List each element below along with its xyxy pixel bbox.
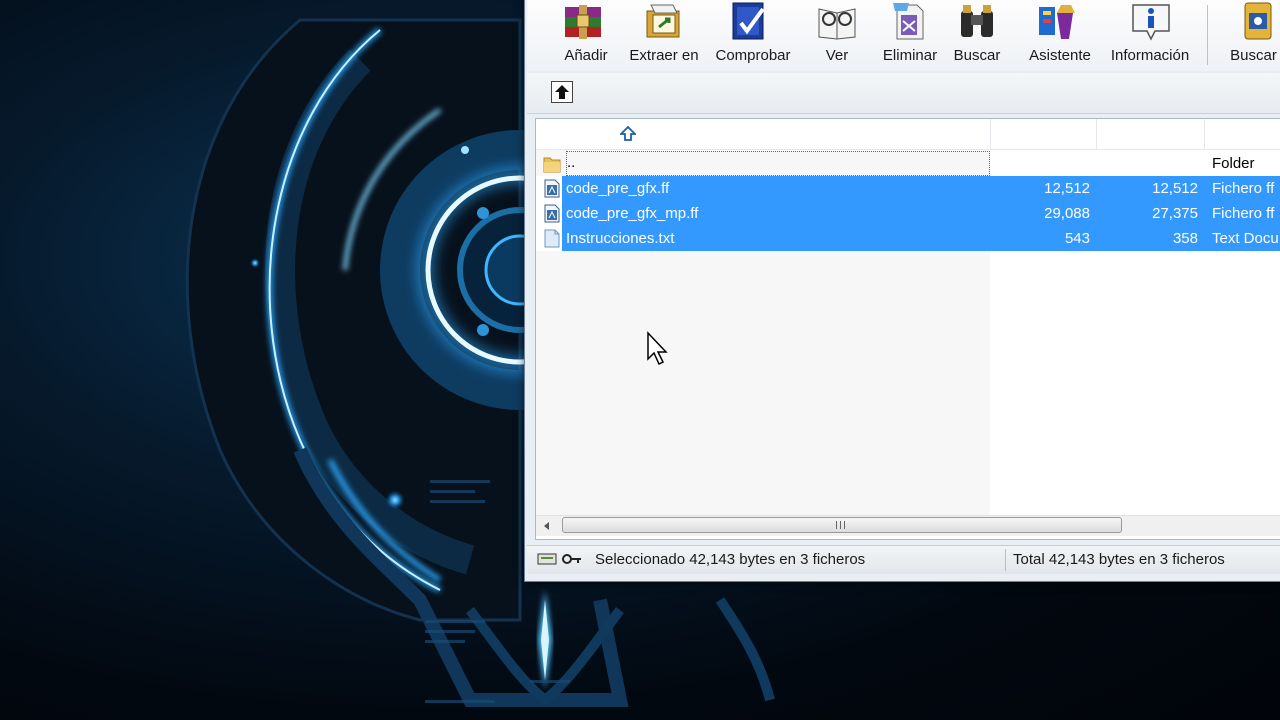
view-button[interactable]: Ver	[803, 0, 873, 71]
file-row[interactable]: code_pre_gfx.ff 12,512 12,512 Fichero ff	[536, 176, 1280, 201]
info-label: Información	[1110, 47, 1190, 64]
test-icon	[732, 2, 765, 40]
file-row[interactable]: Instrucciones.txt 543 358 Text Docu	[536, 226, 1280, 251]
extract-button[interactable]: Extraer en	[627, 0, 703, 71]
file-name: Instrucciones.txt	[566, 230, 675, 247]
toolbar-separator	[1207, 5, 1208, 65]
wizard-label: Asistente	[1029, 47, 1091, 64]
sort-ascending-icon	[620, 126, 636, 141]
find-label: Buscar	[953, 47, 1001, 64]
virus-scan-button[interactable]: Buscar vi	[1213, 0, 1280, 71]
file-name: code_pre_gfx.ff	[566, 180, 670, 197]
delete-icon	[893, 3, 924, 40]
info-button[interactable]: Información	[1101, 0, 1203, 71]
virus-scan-icon	[1244, 2, 1272, 40]
up-folder-icon	[555, 85, 569, 99]
file-row[interactable]: code_pre_gfx_mp.ff 29,088 27,375 Fichero…	[536, 201, 1280, 226]
extract-icon	[646, 4, 680, 38]
virus-scan-label: Buscar vi	[1230, 47, 1280, 64]
scroll-thumb[interactable]	[562, 517, 1122, 533]
toolbar: Añadir Extraer en Comprobar Ver Eliminar…	[527, 0, 1280, 71]
file-name: ..	[566, 151, 990, 176]
test-button[interactable]: Comprobar	[703, 0, 803, 71]
delete-label: Eliminar	[882, 47, 938, 64]
add-button[interactable]: Añadir	[527, 0, 627, 71]
file-packed: 12,512	[1152, 180, 1198, 197]
document-icon	[544, 204, 560, 223]
address-bar	[527, 73, 1280, 114]
column-header-size[interactable]	[990, 119, 1097, 149]
file-size: 12,512	[1044, 180, 1090, 197]
document-icon	[544, 179, 560, 198]
column-header-packed[interactable]	[1096, 119, 1205, 149]
drive-key-icon	[537, 553, 581, 565]
file-list: .. Folder code_pre_gfx.ff 12,512 12,512 …	[535, 118, 1280, 540]
horizontal-scrollbar[interactable]	[536, 515, 1280, 536]
binoculars-icon	[961, 5, 993, 37]
wizard-icon	[1039, 5, 1075, 39]
find-button[interactable]: Buscar	[947, 0, 1023, 71]
add-label: Añadir	[564, 47, 608, 64]
text-file-icon	[544, 229, 560, 248]
extract-label: Extraer en	[629, 47, 699, 64]
winrar-window: Añadir Extraer en Comprobar Ver Eliminar…	[524, 0, 1280, 582]
view-icon	[818, 8, 856, 40]
up-folder-button[interactable]	[551, 81, 573, 103]
view-label: Ver	[825, 47, 849, 64]
status-bar: Seleccionado 42,143 bytes en 3 ficheros …	[527, 545, 1280, 574]
status-divider	[1005, 549, 1006, 571]
scroll-left-arrow-icon[interactable]	[540, 519, 554, 533]
file-name: code_pre_gfx_mp.ff	[566, 205, 699, 222]
wizard-button[interactable]: Asistente	[1023, 0, 1101, 71]
scroll-grip-icon	[836, 521, 845, 529]
file-packed: 27,375	[1152, 205, 1198, 222]
file-size: 543	[1064, 230, 1090, 247]
status-selected-text: Seleccionado 42,143 bytes en 3 ficheros	[595, 551, 866, 568]
status-total-text: Total 42,143 bytes en 3 ficheros	[1013, 551, 1225, 568]
list-header	[536, 119, 1280, 150]
column-header-name[interactable]	[536, 119, 991, 149]
file-type: Fichero ff	[1212, 205, 1275, 222]
info-icon	[1132, 4, 1170, 41]
delete-button[interactable]: Eliminar	[873, 0, 947, 71]
file-type: Text Docu	[1212, 230, 1279, 247]
test-label: Comprobar	[715, 47, 791, 64]
column-header-type[interactable]	[1204, 119, 1280, 149]
folder-icon	[543, 157, 561, 173]
file-type: Folder	[1212, 155, 1255, 172]
file-packed: 358	[1172, 230, 1198, 247]
parent-folder-row[interactable]: .. Folder	[536, 151, 1280, 176]
mouse-cursor-icon	[647, 331, 668, 366]
file-type: Fichero ff	[1212, 180, 1275, 197]
file-size: 29,088	[1044, 205, 1090, 222]
add-archive-icon	[565, 5, 601, 39]
